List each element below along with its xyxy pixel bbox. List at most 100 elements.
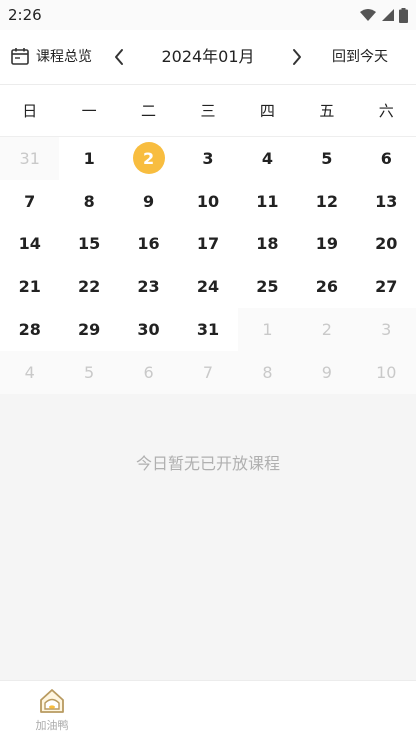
- calendar-day[interactable]: 23: [119, 265, 178, 308]
- calendar-day-number: 16: [137, 234, 160, 254]
- status-bar: 2:26: [0, 0, 416, 30]
- calendar-day-number: 2: [132, 142, 165, 175]
- calendar-day[interactable]: 22: [59, 265, 118, 308]
- calendar-icon: [11, 48, 29, 65]
- calendar-day-number: 22: [78, 277, 101, 297]
- calendar-day[interactable]: 13: [357, 180, 416, 223]
- calendar-day[interactable]: 26: [297, 265, 356, 308]
- calendar-day-number: 10: [376, 362, 397, 382]
- calendar-grid: 31 1 2 3 4 5 6 7 8 9 10 11 12 13 14 15 16 17 18 19 20 21 22 23 2…: [0, 137, 416, 394]
- calendar-day[interactable]: 10: [178, 180, 237, 223]
- calendar-day-number: 21: [18, 277, 41, 297]
- calendar-day-number: 8: [83, 191, 95, 211]
- signal-icon: [382, 9, 394, 21]
- calendar-day[interactable]: 24: [178, 265, 237, 308]
- calendar-day[interactable]: 30: [119, 308, 178, 351]
- calendar-day-number: 14: [18, 234, 41, 254]
- empty-message: 今日暂无已开放课程: [135, 454, 280, 473]
- calendar-day[interactable]: 27: [357, 265, 416, 308]
- calendar-day[interactable]: 21: [0, 265, 59, 308]
- next-month-button[interactable]: [284, 44, 310, 70]
- tab-home-label: 加油鸭: [35, 719, 69, 732]
- calendar-day[interactable]: 15: [59, 223, 118, 266]
- calendar-day-number: 11: [256, 191, 279, 211]
- calendar-day-number: 26: [315, 277, 338, 297]
- calendar-day[interactable]: 18: [238, 223, 297, 266]
- calendar-day[interactable]: 11: [238, 180, 297, 223]
- calendar-day[interactable]: 6: [118, 350, 179, 394]
- current-month: 2024年01月: [161, 47, 255, 66]
- calendar-day[interactable]: 9: [297, 350, 357, 394]
- calendar-day-number: 18: [256, 234, 279, 254]
- course-overview-label: 课程总览: [36, 49, 92, 65]
- calendar-day[interactable]: 8: [59, 180, 118, 223]
- course-list-area: [0, 394, 416, 680]
- calendar-day-number: 27: [375, 277, 398, 297]
- weekday-fri: 五: [319, 102, 335, 120]
- calendar-day-number: 17: [196, 234, 220, 254]
- calendar-day-number: 3: [381, 320, 392, 340]
- calendar-day[interactable]: 31: [178, 308, 237, 351]
- prev-month-button[interactable]: [106, 44, 132, 70]
- calendar-day[interactable]: 16: [119, 223, 178, 266]
- weekday-mon: 一: [81, 102, 97, 120]
- back-to-today-button[interactable]: 回到今天: [332, 44, 388, 70]
- calendar-day[interactable]: 8: [237, 350, 298, 394]
- calendar-day-number: 30: [137, 320, 160, 340]
- weekday-header: 日 一 二 三 四 五 六: [0, 85, 416, 137]
- calendar-day[interactable]: 4: [238, 137, 297, 180]
- calendar-day[interactable]: 4: [0, 350, 60, 394]
- calendar-day-number: 5: [84, 362, 95, 382]
- calendar-day[interactable]: 10: [356, 350, 416, 394]
- tab-home[interactable]: 加油鸭: [30, 687, 74, 737]
- calendar-day-number: 15: [78, 234, 101, 254]
- calendar-day-number: 4: [261, 148, 273, 168]
- calendar-day-number: 7: [24, 191, 36, 211]
- weekday-tue: 二: [141, 102, 157, 120]
- calendar-day[interactable]: 2: [297, 308, 357, 351]
- calendar-day-number: 29: [78, 320, 101, 340]
- calendar-day-number: 9: [321, 362, 332, 382]
- calendar-day-today[interactable]: 2: [119, 137, 178, 180]
- calendar-day-number: 4: [24, 362, 35, 382]
- status-icons: [359, 7, 408, 23]
- calendar-day[interactable]: 5: [297, 137, 356, 180]
- calendar-day-number: 1: [262, 320, 273, 340]
- calendar-day[interactable]: 5: [59, 350, 119, 394]
- calendar-day-number: 20: [375, 234, 398, 254]
- calendar-day[interactable]: 7: [178, 350, 238, 394]
- calendar-day-number: 9: [142, 191, 155, 211]
- calendar-day[interactable]: 1: [59, 137, 118, 180]
- calendar-day[interactable]: 19: [297, 223, 356, 266]
- calendar-day[interactable]: 17: [178, 223, 237, 266]
- calendar-day-number: 31: [19, 148, 40, 168]
- weekday-sat: 六: [378, 102, 394, 120]
- calendar-day-number: 28: [18, 320, 41, 340]
- calendar-day[interactable]: 9: [119, 180, 178, 223]
- weekday-sun: 日: [22, 102, 38, 120]
- calendar-day-number: 3: [202, 148, 214, 168]
- calendar-day[interactable]: 20: [357, 223, 416, 266]
- calendar-day[interactable]: 29: [59, 308, 118, 351]
- home-icon: [40, 689, 64, 713]
- calendar-day[interactable]: 12: [297, 180, 356, 223]
- calendar-day[interactable]: 1: [237, 308, 298, 351]
- calendar-day-number: 6: [143, 362, 154, 382]
- calendar-day-number: 7: [202, 362, 214, 382]
- calendar-day[interactable]: 6: [357, 137, 416, 180]
- calendar-day[interactable]: 25: [238, 265, 297, 308]
- calendar-day-number: 13: [375, 191, 398, 211]
- weekday-wed: 三: [200, 102, 216, 120]
- battery-icon: [399, 7, 408, 23]
- calendar-day[interactable]: 28: [0, 308, 59, 351]
- calendar-day[interactable]: 7: [0, 180, 59, 223]
- calendar-day[interactable]: 3: [356, 308, 416, 351]
- calendar-day[interactable]: 14: [0, 223, 59, 266]
- calendar-day[interactable]: 31: [0, 137, 60, 180]
- calendar-day-number: 19: [315, 234, 338, 254]
- calendar-day-number: 23: [137, 277, 160, 297]
- course-overview-button[interactable]: 课程总览: [10, 46, 92, 66]
- calendar-day-number: 5: [321, 148, 333, 168]
- calendar-day-number: 10: [196, 191, 220, 211]
- calendar-day[interactable]: 3: [178, 137, 237, 180]
